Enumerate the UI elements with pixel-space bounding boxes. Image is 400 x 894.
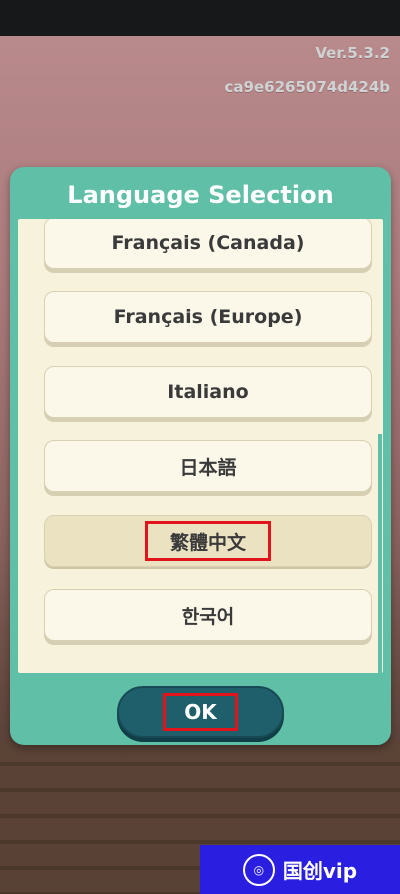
watermark-logo-icon: ◎ bbox=[242, 853, 275, 886]
watermark-badge: ◎ 国创vip bbox=[200, 845, 400, 894]
build-hash-label: ca9e6265074d424b bbox=[224, 78, 390, 96]
language-option-label: Italiano bbox=[167, 381, 249, 403]
dialog-title: Language Selection bbox=[67, 181, 334, 209]
language-option-label: Français (Europe) bbox=[113, 306, 303, 328]
ok-button[interactable]: OK bbox=[117, 686, 284, 738]
language-option-japanese[interactable]: 日本語 bbox=[44, 440, 372, 492]
language-option-label: 한국어 bbox=[181, 605, 235, 628]
language-option-traditional-chinese[interactable]: 繁體中文 bbox=[44, 515, 372, 567]
language-option-french-canada[interactable]: Français (Canada) bbox=[44, 219, 372, 269]
watermark-text: 国创vip bbox=[282, 859, 358, 883]
language-option-label: 日本語 bbox=[179, 456, 237, 479]
version-label: Ver.5.3.2 bbox=[315, 44, 390, 62]
language-option-korean[interactable]: 한국어 bbox=[44, 589, 372, 641]
language-selection-dialog: Language Selection Français (Canada) Fra… bbox=[10, 167, 391, 745]
status-bar bbox=[0, 0, 400, 36]
language-option-italian[interactable]: Italiano bbox=[44, 366, 372, 418]
ok-button-label: OK bbox=[163, 693, 238, 731]
language-option-french-europe[interactable]: Français (Europe) bbox=[44, 291, 372, 343]
list-scrollbar[interactable] bbox=[378, 434, 382, 673]
language-list[interactable]: Français (Canada) Français (Europe) Ital… bbox=[18, 219, 383, 673]
language-option-label: Français (Canada) bbox=[111, 232, 305, 254]
language-option-label: 繁體中文 bbox=[144, 521, 271, 561]
